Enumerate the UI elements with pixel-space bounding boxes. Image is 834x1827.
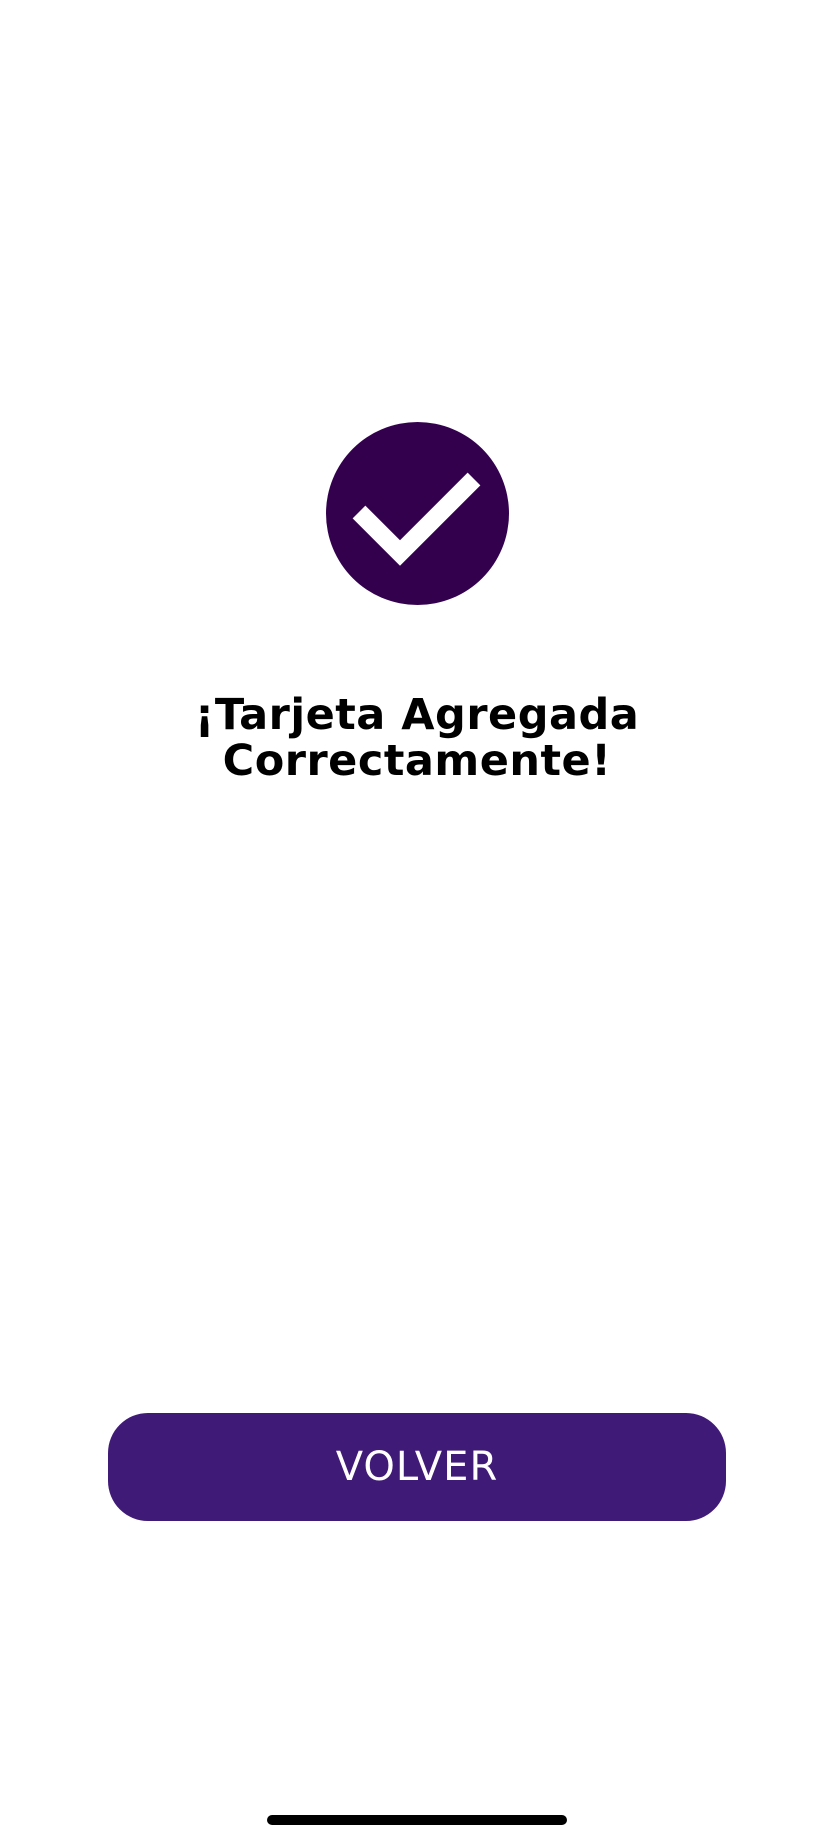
success-checkmark-icon: [326, 422, 509, 605]
back-button[interactable]: VOLVER: [108, 1413, 726, 1521]
home-indicator[interactable]: [267, 1815, 567, 1825]
confirmation-line-1: ¡Tarjeta Agregada: [194, 690, 640, 740]
confirmation-message: ¡Tarjeta Agregada Correctamente!: [117, 692, 717, 784]
checkmark-icon: [352, 472, 481, 566]
confirmation-line-2: Correctamente!: [222, 736, 612, 786]
